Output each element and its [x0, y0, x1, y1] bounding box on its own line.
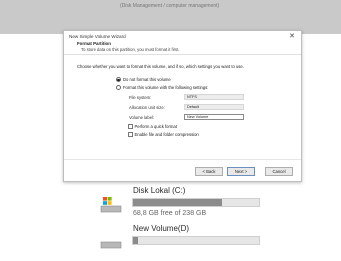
format-label: Format this volume with the following se… [123, 85, 209, 90]
volume-label-input[interactable]: New Volume [184, 114, 244, 120]
wizard-header: Format Partition To store data on this p… [64, 40, 301, 55]
page-subheading: To store data on this partition, you mus… [81, 47, 180, 52]
allocation-size-select[interactable]: Default [184, 104, 244, 110]
next-button[interactable]: Next > [227, 167, 255, 176]
hard-drive-windows-icon [100, 195, 122, 213]
back-button[interactable]: < Back [195, 167, 223, 176]
footer-divider [64, 159, 301, 160]
quick-format-checkbox[interactable] [128, 124, 133, 129]
no-format-option[interactable]: Do not format this volume [116, 77, 171, 82]
no-format-radio[interactable] [116, 77, 121, 82]
compression-checkbox[interactable] [128, 132, 133, 137]
cancel-button[interactable]: Cancel [265, 167, 293, 176]
background-window: (Disk Management / computer management) [0, 0, 341, 34]
quick-format-label: Perform a quick format [134, 124, 177, 129]
file-system-label: File system: [129, 95, 152, 100]
intro-text: Choose whether you want to format this v… [77, 64, 244, 69]
drive-c-usage-fill [133, 199, 223, 206]
format-option[interactable]: Format this volume with the following se… [116, 85, 208, 90]
new-simple-volume-wizard: New Simple Volume Wizard ✕ Format Partit… [63, 30, 302, 182]
wizard-title: New Simple Volume Wizard [69, 34, 126, 39]
volume-label-label: Volume label: [129, 115, 155, 120]
quick-format-option[interactable]: Perform a quick format [128, 124, 177, 129]
hard-drive-icon [100, 238, 122, 256]
background-caption: (Disk Management / computer management) [120, 3, 220, 9]
page-heading: Format Partition [77, 41, 111, 46]
drive-c-usage-bar [132, 198, 260, 207]
drive-d-name: New Volume(D) [133, 224, 190, 233]
close-icon[interactable]: ✕ [289, 32, 295, 40]
no-format-label: Do not format this volume [123, 77, 171, 82]
compression-option[interactable]: Enable file and folder compression [128, 132, 199, 137]
drive-d-usage-bar [132, 236, 260, 245]
file-system-select[interactable]: NTFS [184, 94, 244, 100]
compression-label: Enable file and folder compression [134, 132, 199, 137]
drive-c-free-space: 68,8 GB free of 238 GB [133, 210, 207, 217]
format-radio[interactable] [116, 85, 121, 90]
drive-c-name: Disk Lokal (C:) [133, 186, 186, 195]
allocation-size-label: Allocation unit size: [129, 105, 165, 110]
drive-d-usage-fill [133, 237, 139, 244]
